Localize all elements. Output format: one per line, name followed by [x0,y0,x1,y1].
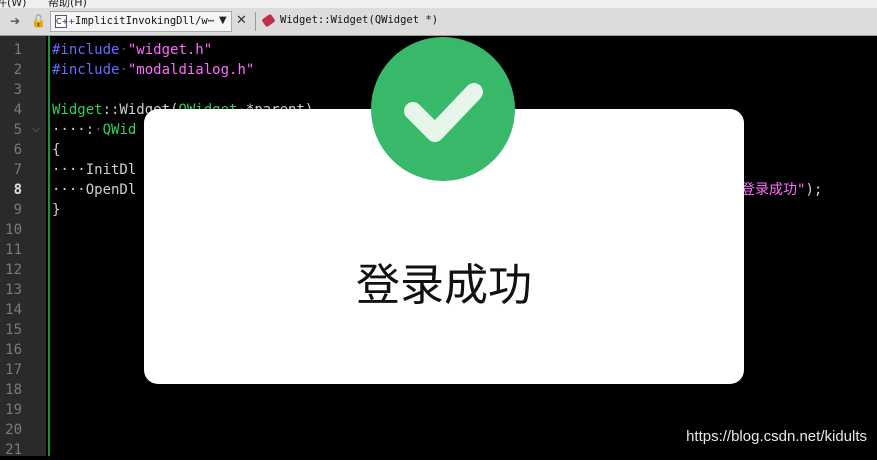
code-line-2: #include·"modaldialog.h" [52,62,255,78]
nav-forward-icon[interactable]: ➔ [10,14,20,28]
line-number: 14 [5,302,22,318]
close-file-icon[interactable]: ✕ [236,13,247,28]
code-line-5: ····:·QWid [52,122,137,138]
line-number: 13 [5,282,22,298]
toolbar-divider [255,12,256,31]
line-number: 21 [5,442,22,458]
watermark: https://blog.csdn.net/kidults [686,428,867,445]
line-number: 1 [13,42,22,58]
line-number: 17 [5,362,22,378]
line-number: 2 [13,62,22,78]
change-marker [48,36,50,456]
line-number: 4 [13,102,22,118]
code-line-7: ····InitDl [52,162,137,178]
cpp-file-icon: C++ [55,15,75,28]
line-number: 3 [13,82,22,98]
lock-icon[interactable]: 🔓 [31,14,46,28]
line-number: 7 [13,162,22,178]
line-number: 18 [5,382,22,398]
line-number: 6 [13,142,22,158]
code-line-6: { [52,142,61,158]
line-number: 19 [5,402,22,418]
line-number: 12 [5,262,22,278]
line-number: 11 [5,242,22,258]
current-function[interactable]: Widget::Widget(QWidget *) [280,14,438,26]
line-number: 9 [13,202,22,218]
line-number: 16 [5,342,22,358]
dialog-message: 登录成功 [356,260,532,311]
line-number: 8 [13,182,22,198]
menu-bar: 件(W) 帮助(H) [0,0,877,8]
code-line-8-tail: 登录成功"); [741,182,823,198]
menu-window[interactable]: 件(W) [0,0,26,8]
chevron-down-icon[interactable]: ▼ [219,15,227,26]
open-file-combo[interactable]: C++ ImplicitInvokingDll/w⋯ ▼ [50,11,232,32]
line-number: 15 [5,322,22,338]
fold-chevron-icon[interactable]: ⌵ [32,124,40,135]
editor-toolbar: ➔ 🔓 C++ ImplicitInvokingDll/w⋯ ▼ ✕ Widge… [0,8,877,36]
success-check-icon [371,37,515,181]
line-number: 10 [5,222,22,238]
current-file-name: ImplicitInvokingDll/w⋯ [75,15,215,27]
code-line-9: } [52,202,61,218]
line-number: 20 [5,422,22,438]
code-line-8: ····OpenDl [52,182,137,198]
function-icon [261,13,276,28]
code-line-1: #include·"widget.h" [52,42,213,58]
menu-help[interactable]: 帮助(H) [48,0,87,8]
line-number: 5 [13,122,22,138]
